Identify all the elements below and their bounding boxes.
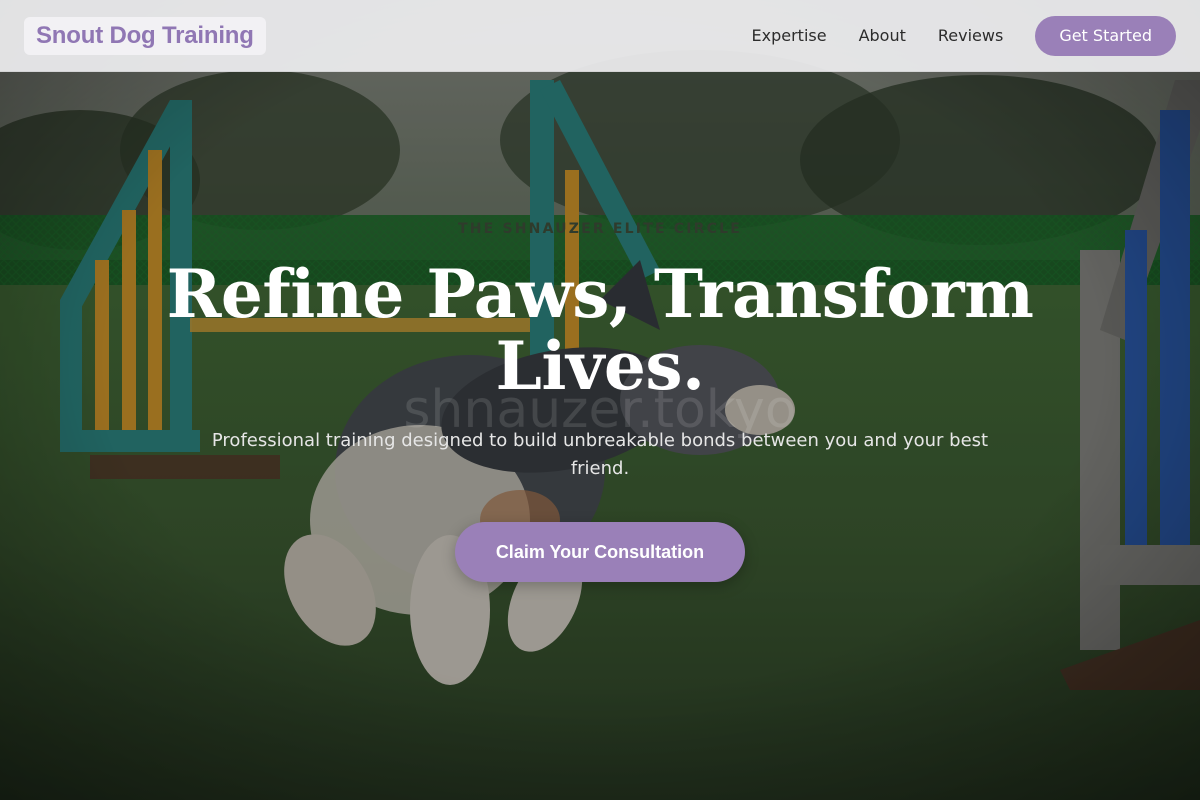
hero-eyebrow: THE SHNAUZER ELITE CIRCLE [457,221,743,237]
claim-consultation-button[interactable]: Claim Your Consultation [455,522,745,582]
hero-subtitle: Professional training designed to build … [211,430,989,479]
hero-section: THE SHNAUZER ELITE CIRCLE Refine Paws, T… [0,0,1200,800]
